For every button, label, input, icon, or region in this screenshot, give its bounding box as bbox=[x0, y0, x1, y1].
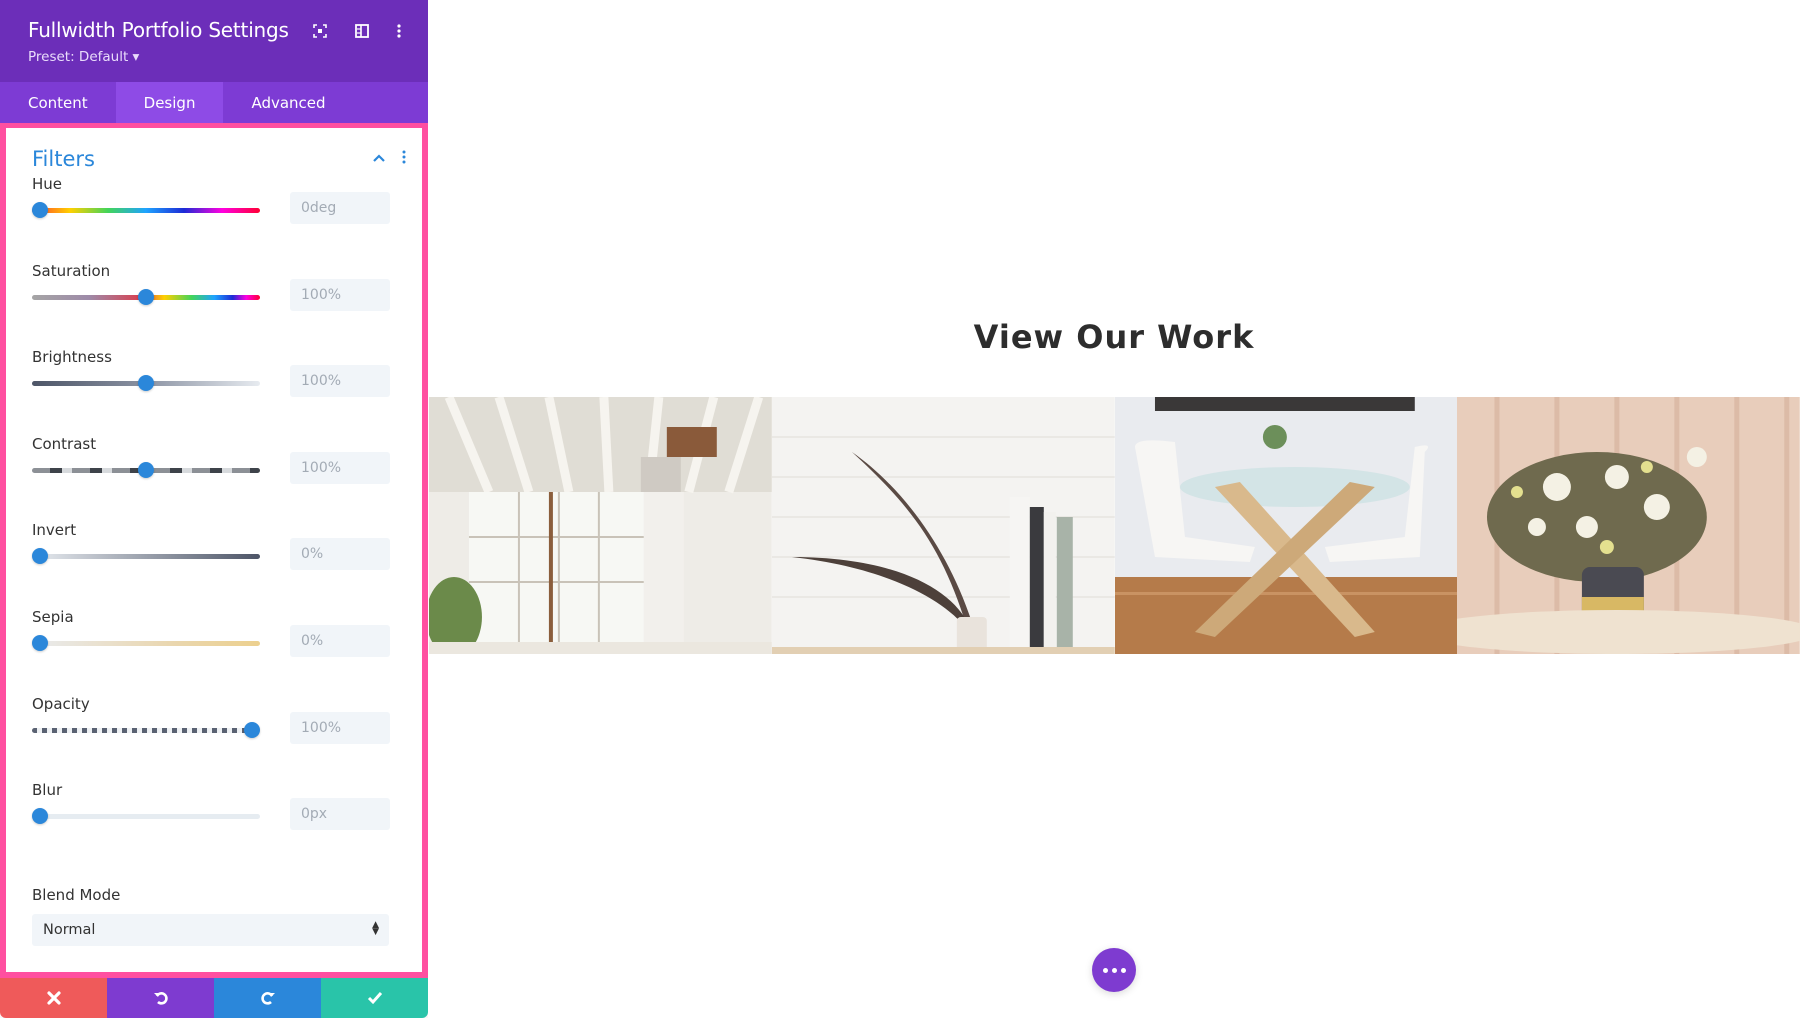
filter-label: Invert bbox=[32, 521, 77, 540]
dot-icon bbox=[1111, 967, 1117, 973]
dot-icon bbox=[1120, 967, 1126, 973]
portfolio-item-loft[interactable] bbox=[429, 397, 772, 654]
filter-hue: Hue 0deg bbox=[32, 175, 402, 261]
undo-icon bbox=[153, 992, 168, 1005]
settings-panel: Fullwidth Portfolio Settings Preset: Def… bbox=[0, 0, 428, 1018]
filter-slider-handle[interactable] bbox=[244, 721, 260, 738]
tab-content[interactable]: Content bbox=[0, 82, 116, 123]
undo-button[interactable] bbox=[107, 978, 214, 1018]
split-view-icon[interactable] bbox=[351, 20, 373, 42]
filter-saturation: Saturation 100% bbox=[32, 262, 402, 348]
discard-button[interactable] bbox=[0, 978, 107, 1018]
filter-opacity: Opacity 100% bbox=[32, 695, 402, 781]
filter-slider-handle[interactable] bbox=[32, 202, 48, 218]
panel-title: Fullwidth Portfolio Settings bbox=[28, 18, 289, 42]
filter-slider-handle[interactable] bbox=[32, 808, 48, 825]
filter-slider-handle[interactable] bbox=[138, 375, 154, 392]
filter-label: Brightness bbox=[32, 348, 112, 367]
save-button[interactable] bbox=[321, 978, 428, 1018]
filter-slider-handle[interactable] bbox=[138, 288, 154, 305]
check-icon bbox=[367, 992, 382, 1005]
filter-value-input[interactable]: 100% bbox=[290, 278, 390, 311]
more-options-icon[interactable] bbox=[388, 20, 410, 42]
filter-value-input[interactable]: 100% bbox=[290, 451, 390, 484]
close-icon bbox=[46, 991, 61, 1005]
filter-label: Opacity bbox=[32, 694, 90, 713]
dot-icon bbox=[1102, 967, 1108, 973]
redo-icon bbox=[260, 992, 275, 1005]
filter-label: Blur bbox=[32, 781, 63, 800]
redo-button[interactable] bbox=[214, 978, 321, 1018]
portfolio-item-plant[interactable] bbox=[771, 397, 1115, 654]
filter-slider-track[interactable] bbox=[32, 641, 260, 646]
filter-label: Contrast bbox=[32, 434, 97, 453]
focus-mode-icon[interactable] bbox=[309, 20, 331, 42]
blend-mode-label: Blend Mode bbox=[32, 886, 121, 904]
filter-contrast: Contrast 100% bbox=[32, 435, 402, 521]
tab-bar: Content Design Advanced bbox=[0, 82, 428, 123]
filter-label: Saturation bbox=[32, 261, 111, 280]
more-actions-button[interactable] bbox=[1092, 948, 1136, 992]
portfolio-item-dining[interactable] bbox=[1114, 397, 1458, 654]
filter-slider-track[interactable] bbox=[32, 554, 260, 560]
filter-brightness: Brightness 100% bbox=[32, 348, 402, 434]
select-arrows-icon: ▲ ▼ bbox=[372, 920, 379, 937]
section-title[interactable]: Filters bbox=[32, 147, 95, 171]
filter-value-input[interactable]: 0% bbox=[290, 625, 390, 657]
portfolio-grid bbox=[429, 397, 1800, 654]
filter-label: Hue bbox=[32, 175, 63, 193]
filter-slider-track[interactable] bbox=[32, 814, 260, 820]
section-menu-icon[interactable] bbox=[402, 150, 412, 168]
filter-slider-handle[interactable] bbox=[138, 461, 154, 478]
preset-dropdown[interactable]: Preset: Default ▾ bbox=[28, 49, 139, 65]
filter-value-input[interactable]: 0deg bbox=[290, 192, 390, 224]
filter-label: Sepia bbox=[32, 608, 74, 626]
filters-section: Filters Hue 0deg Saturation 100% Brightness 1… bbox=[0, 123, 428, 978]
filter-value-input[interactable]: 0px bbox=[290, 798, 390, 831]
panel-header: Fullwidth Portfolio Settings Preset: Def… bbox=[0, 0, 428, 82]
tab-advanced[interactable]: Advanced bbox=[223, 82, 353, 123]
blend-mode-value: Normal bbox=[43, 922, 96, 938]
filter-slider-track[interactable] bbox=[32, 208, 260, 213]
filter-sepia: Sepia 0% bbox=[32, 608, 402, 694]
filter-slider-handle[interactable] bbox=[32, 635, 48, 651]
filter-slider-handle[interactable] bbox=[32, 548, 48, 565]
filter-value-input[interactable]: 0% bbox=[290, 538, 390, 571]
filter-invert: Invert 0% bbox=[32, 521, 402, 607]
portfolio-item-flowers[interactable] bbox=[1457, 397, 1800, 654]
chevron-up-icon[interactable] bbox=[372, 150, 388, 166]
tab-design[interactable]: Design bbox=[115, 82, 224, 123]
panel-footer bbox=[0, 978, 428, 1018]
filter-value-input[interactable]: 100% bbox=[290, 711, 390, 744]
page-canvas: View Our Work bbox=[428, 0, 1800, 1018]
blend-mode-select[interactable]: Normal ▲ ▼ bbox=[32, 914, 389, 946]
filter-blur: Blur 0px bbox=[32, 781, 402, 867]
filter-value-input[interactable]: 100% bbox=[290, 365, 390, 398]
portfolio-heading: View Our Work bbox=[973, 318, 1255, 356]
filter-slider-track[interactable] bbox=[32, 727, 260, 733]
